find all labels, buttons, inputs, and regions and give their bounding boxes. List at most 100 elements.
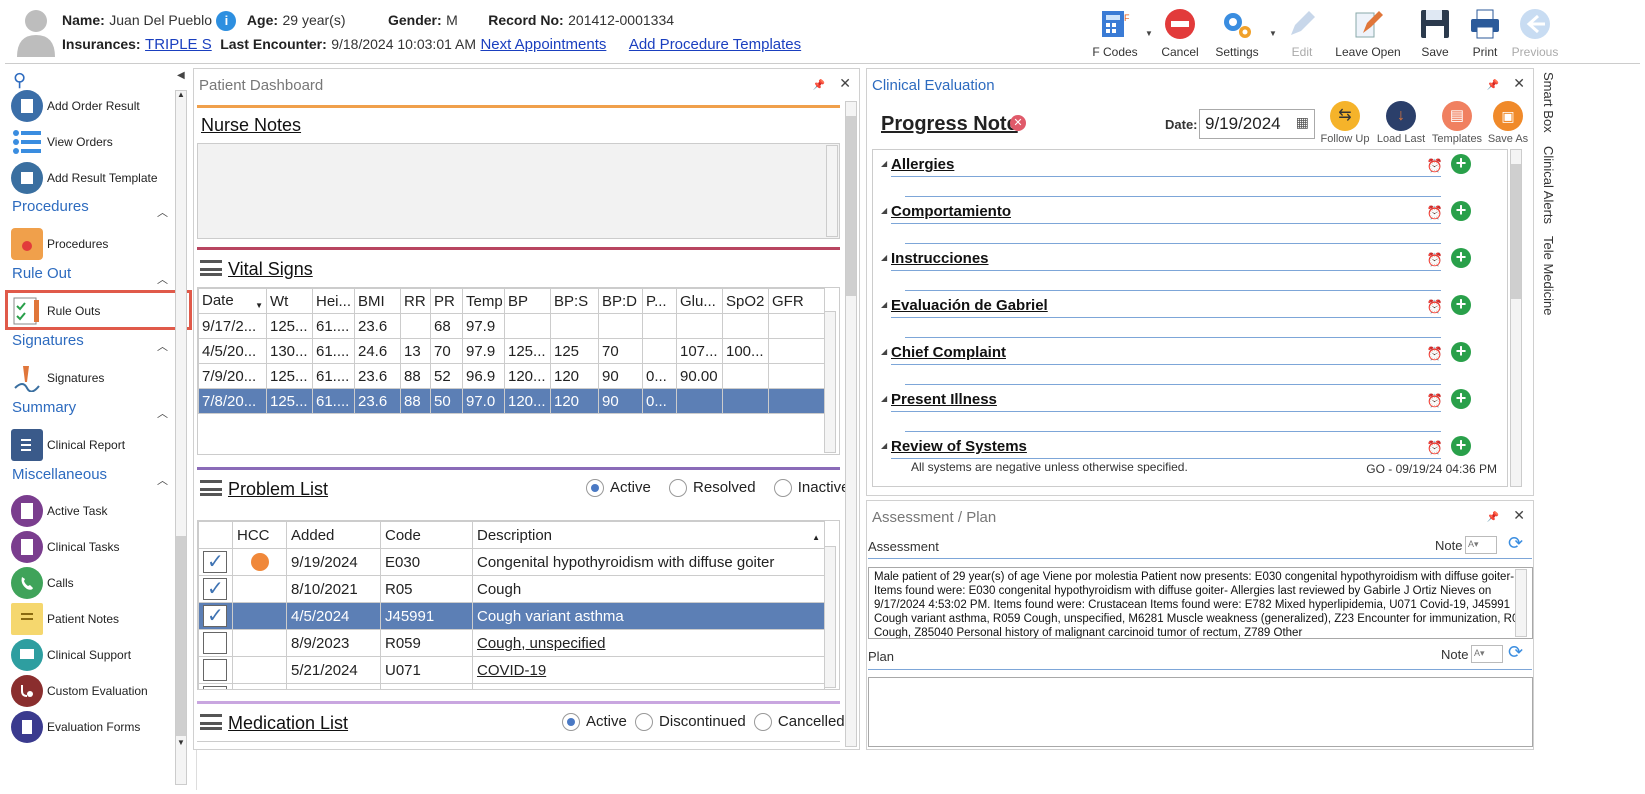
vs-table-row[interactable]: 4/5/20... 130... 61.... 24.6 13 70 97.9 125... 1… — [198, 338, 825, 364]
nurse-notes-textarea[interactable] — [197, 143, 840, 239]
close-icon[interactable]: ✕ — [1513, 507, 1525, 523]
section-title[interactable]: Present Illness — [891, 391, 997, 408]
assessment-scrollbar[interactable] — [1515, 569, 1527, 637]
column-added[interactable]: Added — [286, 521, 381, 549]
section-title[interactable]: Allergies — [891, 156, 954, 173]
insurance-link[interactable]: TRIPLE S — [145, 36, 212, 53]
resolved-filter-radio[interactable]: Resolved — [669, 479, 756, 498]
previous-button[interactable]: Previous — [1500, 7, 1570, 59]
add-entry-icon[interactable]: + — [1451, 342, 1471, 362]
add-entry-icon[interactable]: + — [1451, 201, 1471, 221]
evaluation-section[interactable]: ◢ Allergies ⏰ + — [881, 152, 1481, 197]
expand-triangle-icon[interactable]: ◢ — [881, 394, 887, 403]
description-cell[interactable]: COVID-19 — [472, 656, 825, 684]
evaluation-section[interactable]: ◢ Chief Complaint ⏰ + — [881, 340, 1481, 385]
problem-checkbox[interactable] — [203, 686, 227, 689]
plan-textarea[interactable] — [868, 677, 1533, 747]
medication-list-title[interactable]: Medication List — [228, 713, 348, 734]
active-filter-radio[interactable]: Active — [586, 479, 651, 498]
add-entry-icon[interactable]: + — [1451, 436, 1471, 456]
section-miscellaneous[interactable]: Miscellaneous — [12, 466, 107, 483]
vs-column-header[interactable]: Hei... — [312, 288, 355, 314]
expand-triangle-icon[interactable]: ◢ — [881, 300, 887, 309]
fcodes-button[interactable]: F F Codes — [1080, 7, 1150, 59]
add-entry-icon[interactable]: + — [1451, 248, 1471, 268]
vs-column-header[interactable]: BMI — [354, 288, 401, 314]
dashboard-scrollbar-thumb[interactable] — [846, 116, 856, 296]
expand-triangle-icon[interactable]: ◢ — [881, 441, 887, 450]
nav-clinical-tasks[interactable]: Clinical Tasks — [11, 529, 119, 565]
assessment-refresh-icon[interactable]: ⟳ — [1508, 533, 1523, 554]
vs-column-header[interactable]: Temp — [462, 288, 505, 314]
med-cancelled-radio[interactable]: Cancelled — [753, 713, 845, 732]
plan-note-dropdown[interactable]: A▾ — [1471, 645, 1503, 663]
clinical-alerts-tab[interactable]: Clinical Alerts — [1541, 146, 1556, 224]
vs-table-row[interactable]: 7/9/20... 125... 61.... 23.6 88 52 96.9 120... 1… — [198, 363, 825, 389]
vital-signs-menu-icon[interactable] — [200, 260, 222, 276]
alarm-clock-icon[interactable]: ⏰ — [1427, 299, 1443, 315]
nav-calls[interactable]: Calls — [11, 565, 74, 601]
vs-column-header[interactable]: PR — [430, 288, 463, 314]
nav-add-result-template[interactable]: Add Result Template — [11, 160, 158, 196]
chevron-up-icon[interactable]: ︿ — [157, 204, 168, 220]
evaluation-section[interactable]: ◢ Comportamiento ⏰ + — [881, 199, 1481, 244]
vs-column-header[interactable]: Wt — [266, 288, 313, 314]
problem-list-row[interactable]: 4/5/2024J45991Cough variant asthma — [198, 602, 825, 630]
assessment-note-dropdown[interactable]: A▾ — [1465, 536, 1497, 554]
problem-list-title[interactable]: Problem List — [228, 479, 328, 500]
problem-list-menu-icon[interactable] — [200, 480, 222, 496]
info-icon[interactable]: i — [216, 11, 237, 31]
vs-column-header[interactable]: Glu... — [676, 288, 723, 314]
nurse-notes-title[interactable]: Nurse Notes — [201, 115, 301, 136]
leave-open-button[interactable]: Leave Open — [1333, 7, 1403, 59]
section-title[interactable]: Chief Complaint — [891, 344, 1006, 361]
vs-column-header[interactable]: GFR — [768, 288, 825, 314]
expand-triangle-icon[interactable]: ◢ — [881, 347, 887, 356]
alarm-clock-icon[interactable]: ⏰ — [1427, 440, 1443, 456]
expand-triangle-icon[interactable]: ◢ — [881, 159, 887, 168]
section-summary[interactable]: Summary — [12, 399, 76, 416]
column-hcc[interactable]: HCC — [232, 521, 287, 549]
nav-rule-outs[interactable]: Rule Outs — [11, 293, 100, 329]
column-code[interactable]: Code — [380, 521, 473, 549]
vs-column-header[interactable]: BP:D — [598, 288, 643, 314]
nav-active-task[interactable]: Active Task — [11, 493, 107, 529]
sort-down-icon[interactable]: ▼ — [255, 301, 263, 310]
inactive-filter-radio[interactable]: Inactive — [773, 479, 849, 498]
vital-signs-title[interactable]: Vital Signs — [228, 259, 313, 280]
next-appointments-link[interactable]: Next Appointments — [480, 36, 606, 53]
chevron-up-icon[interactable]: ︿ — [157, 472, 168, 488]
description-cell[interactable]: Cough, unspecified — [472, 629, 825, 657]
date-field[interactable]: 9/19/2024 ▦ — [1199, 109, 1315, 139]
scroll-down-icon[interactable]: ▼ — [175, 738, 187, 747]
problem-checkbox[interactable] — [203, 549, 227, 574]
column-description[interactable]: Description ▲ — [472, 521, 825, 549]
evaluation-scrollbar[interactable] — [1510, 149, 1522, 487]
edit-button[interactable]: Edit — [1267, 7, 1337, 59]
section-rule-out[interactable]: Rule Out — [12, 265, 71, 282]
add-entry-icon[interactable]: + — [1451, 295, 1471, 315]
calendar-icon[interactable]: ▦ — [1296, 114, 1309, 131]
vs-table-row[interactable]: 7/8/20... 125... 61.... 23.6 88 50 97.0 120... 1… — [198, 388, 825, 414]
problem-list-row[interactable]: 5/21/2024 U071 COVID-19 — [198, 656, 825, 684]
med-discontinued-radio[interactable]: Discontinued — [635, 713, 746, 732]
chevron-up-icon[interactable]: ︿ — [157, 338, 168, 354]
left-nav-scrollbar[interactable] — [175, 90, 187, 785]
section-title[interactable]: Instrucciones — [891, 250, 989, 267]
add-procedure-templates-link[interactable]: Add Procedure Templates — [629, 36, 801, 53]
section-procedures[interactable]: Procedures — [12, 198, 89, 215]
evaluation-section[interactable]: ◢ Evaluación de Gabriel ⏰ + — [881, 293, 1481, 338]
vs-table-row[interactable]: 9/17/2... 125... 61.... 23.6 68 97.9 — [198, 313, 825, 339]
alarm-clock-icon[interactable]: ⏰ — [1427, 252, 1443, 268]
save-as-button[interactable]: ▣ Save As — [1485, 101, 1531, 145]
follow-up-button[interactable]: ⇆ Follow Up — [1319, 101, 1371, 145]
pin-icon[interactable]: 📌 — [813, 80, 825, 91]
settings-button[interactable]: Settings — [1202, 7, 1272, 59]
problem-list-row[interactable]: 8/9/2023 R059 Cough, unspecified — [198, 629, 825, 657]
close-icon[interactable]: ✕ — [839, 75, 851, 91]
section-title[interactable]: Evaluación de Gabriel — [891, 297, 1048, 314]
section-signatures[interactable]: Signatures — [12, 332, 84, 349]
evaluation-scrollbar-thumb[interactable] — [1511, 164, 1521, 299]
problem-checkbox[interactable] — [203, 632, 227, 654]
nav-view-orders[interactable]: View Orders — [11, 124, 113, 160]
